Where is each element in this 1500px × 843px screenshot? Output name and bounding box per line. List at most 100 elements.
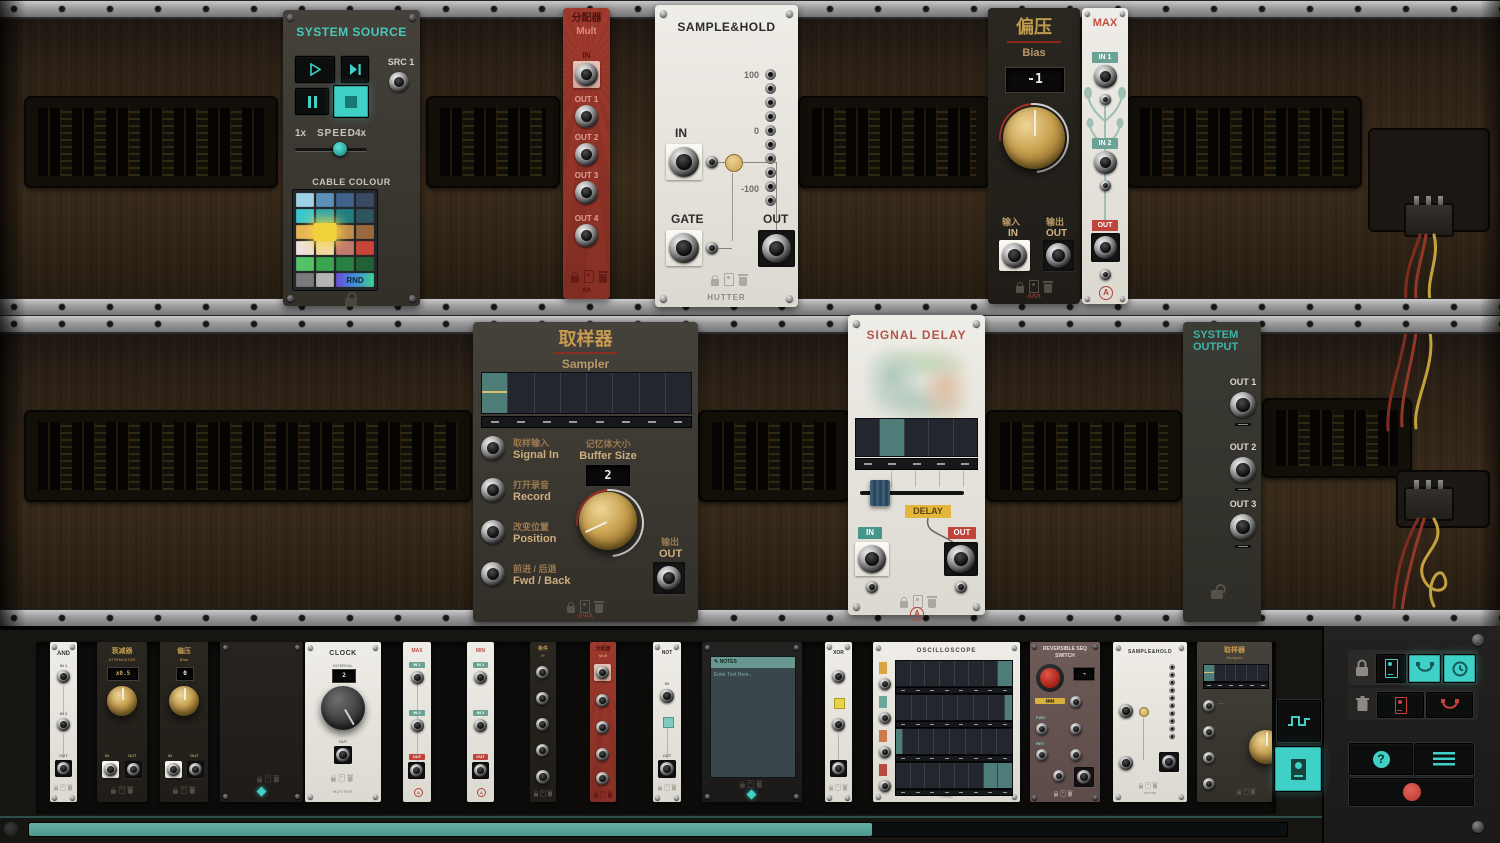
delay-out-mini-jack[interactable] — [955, 581, 967, 593]
cable-colour-swatch[interactable] — [316, 241, 334, 255]
tray-module-clock[interactable]: CLOCK INTERVAL 2 OUT HUTTER — [305, 642, 381, 802]
knob[interactable] — [169, 686, 199, 716]
module-max[interactable]: MAX IN 1 IN 2 OUT A — [1082, 8, 1128, 304]
level-jack-column[interactable] — [765, 69, 776, 206]
cable-colour-swatch[interactable] — [356, 209, 374, 223]
jack[interactable] — [1036, 723, 1048, 735]
scope-ch3-jack[interactable] — [879, 746, 891, 758]
tray-module-xor[interactable]: XOR — [825, 642, 852, 802]
jack[interactable] — [596, 748, 609, 761]
sampler-signal-in-jack[interactable] — [481, 436, 505, 460]
mult-out4-jack[interactable] — [575, 224, 598, 247]
jack[interactable] — [1036, 749, 1048, 761]
level-jack-column[interactable] — [1169, 664, 1175, 739]
jack[interactable] — [411, 671, 424, 684]
interval-display[interactable]: 2 — [333, 670, 355, 682]
jack[interactable] — [1070, 723, 1082, 735]
mult-in-jack[interactable] — [575, 63, 598, 86]
pause-button[interactable] — [295, 88, 329, 115]
sampler-position-jack[interactable] — [481, 520, 505, 544]
bias-knob[interactable] — [1003, 107, 1065, 169]
sysout-out3-jack[interactable] — [1230, 514, 1256, 540]
jack[interactable] — [474, 719, 487, 732]
bias-out-jack[interactable] — [1046, 243, 1071, 268]
jack[interactable] — [57, 670, 70, 683]
bias-in-jack[interactable] — [1002, 243, 1027, 268]
src1-jack[interactable] — [389, 72, 409, 92]
tray-module-reversible-seq-switch[interactable]: REVERSIBLE SEQ SWITCH ◄ ▮▮▮▮ FWD REV — [1030, 642, 1100, 802]
play-button[interactable] — [295, 56, 335, 83]
max-in1-mini-jack[interactable] — [1100, 94, 1111, 105]
jack[interactable] — [1070, 749, 1082, 761]
mult-out2-jack[interactable] — [575, 143, 598, 166]
lock-time-button-active[interactable] — [1443, 654, 1476, 683]
mult-out3-jack[interactable] — [575, 181, 598, 204]
jack[interactable] — [1203, 752, 1215, 764]
jack[interactable] — [189, 763, 202, 776]
lock-module-button[interactable] — [1376, 654, 1406, 683]
max-out-jack[interactable] — [1094, 236, 1117, 259]
tray-scrollbar-thumb[interactable] — [29, 823, 872, 836]
jack[interactable] — [1203, 778, 1215, 790]
module-system-output[interactable]: SYSTEM OUTPUT OUT 1 OUT 2 OUT 3 — [1183, 322, 1261, 622]
cable-colour-swatch[interactable] — [336, 225, 354, 239]
cable-colour-swatch[interactable] — [356, 225, 374, 239]
max-in2-jack[interactable] — [1094, 151, 1117, 174]
jack[interactable] — [410, 764, 423, 777]
sh-in-mini-jack[interactable] — [706, 156, 718, 168]
jack[interactable] — [474, 671, 487, 684]
sampler-fwdback-jack[interactable] — [481, 562, 505, 586]
mode-display[interactable]: ◄ — [1074, 668, 1094, 680]
jack[interactable] — [536, 718, 549, 731]
tray-module-min[interactable]: MIN IN 1 IN 2 OUT A — [467, 642, 494, 802]
tray-module-mult[interactable]: 分配器 Mult — [590, 642, 616, 802]
tray-module-oscilloscope[interactable]: OSCILLOSCOPE HUTTER — [873, 642, 1020, 802]
cable-colour-swatch[interactable] — [356, 241, 374, 255]
jack[interactable] — [57, 718, 70, 731]
sysout-out2-jack[interactable] — [1230, 457, 1256, 483]
cable-colour-swatch[interactable] — [296, 257, 314, 271]
speed-slider-track[interactable] — [295, 148, 367, 152]
jack[interactable] — [167, 763, 180, 776]
sh-gate-jack[interactable] — [669, 233, 699, 263]
sampler-out-jack[interactable] — [657, 566, 681, 590]
tray-module-sampler[interactable]: 取样器 Sampler ⸺ — [1197, 642, 1272, 802]
lock-cable-button-active[interactable] — [1408, 654, 1441, 683]
jack[interactable] — [1053, 770, 1065, 782]
cable-colour-random-button[interactable]: RND — [336, 273, 374, 287]
tray-module-if[interactable]: 条件 IF — [530, 642, 556, 802]
delay-out-jack[interactable] — [947, 545, 975, 573]
module-sampler[interactable]: 取样器 Sampler 取样输入 Signal In 打开录音 Record 改… — [473, 322, 698, 622]
scope-ch1-jack[interactable] — [879, 678, 891, 690]
delay-slider-handle[interactable] — [870, 480, 890, 506]
cable-colour-swatch[interactable] — [296, 209, 314, 223]
jack[interactable] — [536, 770, 550, 784]
cable-colour-swatch[interactable] — [316, 257, 334, 271]
jack[interactable] — [1070, 696, 1082, 708]
jack[interactable] — [1119, 756, 1133, 770]
value-display[interactable]: 0 — [177, 668, 193, 680]
jack[interactable] — [832, 718, 845, 731]
jack[interactable] — [660, 762, 674, 776]
jack[interactable] — [596, 721, 609, 734]
step-button[interactable] — [341, 56, 369, 83]
buffer-size-display[interactable]: 2 — [586, 465, 630, 486]
scope-ch4-jack[interactable] — [879, 780, 891, 792]
module-system-source[interactable]: SYSTEM SOURCE 1x SPEED 4x SRC 1 CABLE CO… — [283, 10, 420, 306]
sh-in-jack[interactable] — [669, 147, 699, 177]
knob[interactable] — [1249, 730, 1272, 764]
jack[interactable] — [474, 764, 487, 777]
module-view-tab-active[interactable] — [1274, 746, 1322, 792]
cable-colour-swatch[interactable] — [296, 241, 314, 255]
buffer-size-knob[interactable] — [579, 492, 637, 550]
tray-module-bias[interactable]: 偏压 Bias 0 IN OUT — [160, 642, 208, 802]
tray-scroll-knob[interactable] — [4, 822, 18, 836]
tray-module-max[interactable]: MAX IN 1 IN 2 OUT A — [403, 642, 431, 802]
jack[interactable] — [411, 719, 424, 732]
jack[interactable] — [832, 670, 845, 683]
jack[interactable] — [536, 692, 549, 705]
record-button[interactable] — [1349, 778, 1474, 806]
mult-out1-jack[interactable] — [575, 105, 598, 128]
delay-in-mini-jack[interactable] — [866, 581, 878, 593]
value-display[interactable]: x0.5 — [108, 668, 138, 680]
